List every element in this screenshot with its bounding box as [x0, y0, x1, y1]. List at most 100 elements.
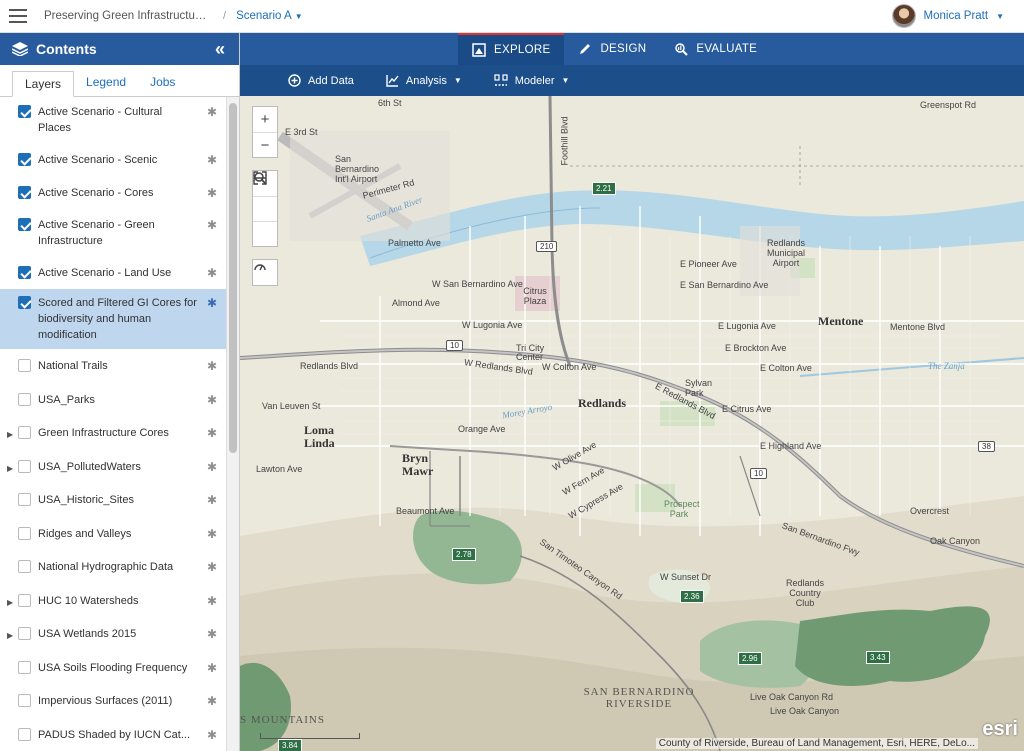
mode-bar: EXPLORE DESIGN EVALUATE	[240, 33, 1024, 65]
tab-jobs[interactable]: Jobs	[138, 70, 187, 96]
gear-icon[interactable]: ✱	[205, 693, 219, 709]
layer-visibility-checkbox[interactable]	[18, 105, 31, 118]
layer-row[interactable]: Active Scenario - Green Infrastructure ✱	[0, 210, 227, 256]
layer-row[interactable]: USA_Historic_Sites ✱	[0, 483, 227, 517]
layer-row[interactable]: Active Scenario - Cultural Places ✱	[0, 97, 227, 143]
gauge-icon	[254, 264, 266, 271]
layer-row[interactable]: ▶ USA_PollutedWaters ✱	[0, 450, 227, 483]
layer-visibility-checkbox[interactable]	[18, 627, 31, 640]
design-label: DESIGN	[600, 43, 647, 55]
gear-icon[interactable]: ✱	[205, 559, 219, 575]
layer-visibility-checkbox[interactable]	[18, 426, 31, 439]
layer-row[interactable]: Active Scenario - Scenic ✱	[0, 143, 227, 176]
layer-row[interactable]: USA_Parks ✱	[0, 383, 227, 416]
map-label-county-line: SAN BERNARDINO RIVERSIDE	[583, 686, 695, 710]
layer-visibility-checkbox[interactable]	[18, 460, 31, 473]
tab-design[interactable]: DESIGN	[564, 33, 660, 65]
map-attribution[interactable]: County of Riverside, Bureau of Land Mana…	[655, 738, 978, 749]
collapse-panel-icon[interactable]: «	[215, 39, 225, 60]
map-view[interactable]: 6th St E 3rd St Greenspot Rd San Bernard…	[240, 96, 1024, 751]
gear-icon[interactable]: ✱	[205, 626, 219, 642]
layer-visibility-checkbox[interactable]	[18, 560, 31, 573]
gear-icon[interactable]: ✱	[205, 459, 219, 475]
gear-icon[interactable]: ✱	[205, 104, 219, 120]
tab-layers[interactable]: Layers	[12, 71, 75, 97]
layer-visibility-checkbox[interactable]	[18, 186, 31, 199]
gear-icon[interactable]: ✱	[205, 217, 219, 233]
layer-visibility-checkbox[interactable]	[18, 218, 31, 231]
gear-icon[interactable]: ✱	[205, 492, 219, 508]
gear-icon[interactable]: ✱	[205, 265, 219, 281]
gear-icon[interactable]: ✱	[205, 152, 219, 168]
tab-evaluate[interactable]: EVALUATE	[660, 33, 771, 65]
map-label: Live Oak Canyon	[770, 706, 840, 716]
highway-shield: 10	[446, 340, 463, 351]
map-label: E San Bernardino Ave	[680, 280, 769, 290]
zoom-in-button[interactable]: +	[253, 107, 277, 132]
gear-icon[interactable]: ✱	[205, 358, 219, 374]
app-title[interactable]: Preserving Green Infrastructure i...	[44, 10, 209, 22]
modeler-dropdown[interactable]: Modeler ▼	[478, 74, 586, 87]
scenario-label: Scenario A	[236, 10, 292, 22]
layer-row[interactable]: Impervious Surfaces (2011) ✱	[0, 684, 227, 718]
gear-icon[interactable]: ✱	[205, 392, 219, 408]
gear-icon[interactable]: ✱	[205, 526, 219, 542]
gear-icon[interactable]: ✱	[205, 185, 219, 201]
layer-row[interactable]: PADUS Shaded by IUCN Cat... ✱	[0, 718, 227, 751]
expand-arrow-icon[interactable]: ▶	[7, 427, 13, 443]
gear-icon[interactable]: ✱	[205, 660, 219, 676]
gear-icon[interactable]: ✱	[205, 425, 219, 441]
tab-explore[interactable]: EXPLORE	[458, 33, 565, 65]
layer-row[interactable]: National Hydrographic Data ✱	[0, 550, 227, 584]
layer-visibility-checkbox[interactable]	[18, 728, 31, 741]
layer-row[interactable]: Active Scenario - Land Use ✱	[0, 256, 227, 289]
layer-name: Active Scenario - Green Infrastructure	[38, 219, 155, 247]
map-label: Citrus Plaza	[523, 286, 547, 306]
layer-name: Scored and Filtered GI Cores for biodive…	[38, 297, 197, 341]
gear-icon[interactable]: ✱	[205, 593, 219, 609]
layer-visibility-checkbox[interactable]	[18, 694, 31, 707]
layer-visibility-checkbox[interactable]	[18, 393, 31, 406]
tab-legend[interactable]: Legend	[74, 70, 138, 96]
expand-arrow-icon[interactable]: ▶	[7, 628, 13, 644]
layer-row[interactable]: ▶ USA Wetlands 2015 ✱	[0, 617, 227, 651]
layer-visibility-checkbox[interactable]	[18, 594, 31, 607]
zoom-out-button[interactable]: −	[253, 132, 277, 157]
layer-visibility-checkbox[interactable]	[18, 296, 31, 309]
layer-name: USA Wetlands 2015	[38, 628, 137, 640]
modeler-label: Modeler	[514, 74, 555, 87]
add-data-button[interactable]: Add Data	[272, 74, 370, 87]
gear-icon[interactable]: ✱	[205, 727, 219, 743]
layer-row[interactable]: ▶ HUC 10 Watersheds ✱	[0, 584, 227, 617]
layer-visibility-checkbox[interactable]	[18, 661, 31, 674]
menu-icon[interactable]	[0, 0, 36, 33]
layer-row[interactable]: Active Scenario - Cores ✱	[0, 176, 227, 210]
expand-arrow-icon[interactable]: ▶	[7, 595, 13, 611]
explore-icon	[472, 43, 486, 57]
expand-arrow-icon[interactable]: ▶	[7, 461, 13, 477]
layer-name: USA_Parks	[38, 394, 95, 406]
analysis-label: Analysis	[405, 74, 447, 87]
scrollbar-thumb[interactable]	[229, 103, 237, 453]
layer-row[interactable]: USA Soils Flooding Frequency ✱	[0, 651, 227, 684]
analysis-dropdown[interactable]: Analysis ▼	[370, 74, 478, 87]
full-extent-button[interactable]	[253, 171, 277, 221]
layer-visibility-checkbox[interactable]	[18, 527, 31, 540]
layer-row[interactable]: ▶ Green Infrastructure Cores ✱	[0, 416, 227, 450]
map-label: Van Leuven St	[262, 401, 321, 411]
map-label-loma-linda: Loma Linda	[304, 423, 335, 450]
gauge-button[interactable]	[253, 260, 277, 285]
layer-visibility-checkbox[interactable]	[18, 153, 31, 166]
layer-visibility-checkbox[interactable]	[18, 359, 31, 372]
layer-visibility-checkbox[interactable]	[18, 493, 31, 506]
user-menu[interactable]: Monica Pratt ▼	[891, 4, 1004, 28]
ruler-icon	[253, 175, 267, 181]
layer-row[interactable]: Scored and Filtered GI Cores for biodive…	[0, 289, 227, 349]
measure-button[interactable]	[253, 175, 277, 246]
gear-icon[interactable]: ✱	[205, 295, 219, 311]
layer-visibility-checkbox[interactable]	[18, 266, 31, 279]
scenario-dropdown[interactable]: Scenario A ▼	[236, 10, 303, 22]
layer-row[interactable]: Ridges and Valleys ✱	[0, 517, 227, 550]
layer-row[interactable]: National Trails ✱	[0, 349, 227, 383]
layer-list-scrollbar[interactable]	[226, 97, 239, 751]
